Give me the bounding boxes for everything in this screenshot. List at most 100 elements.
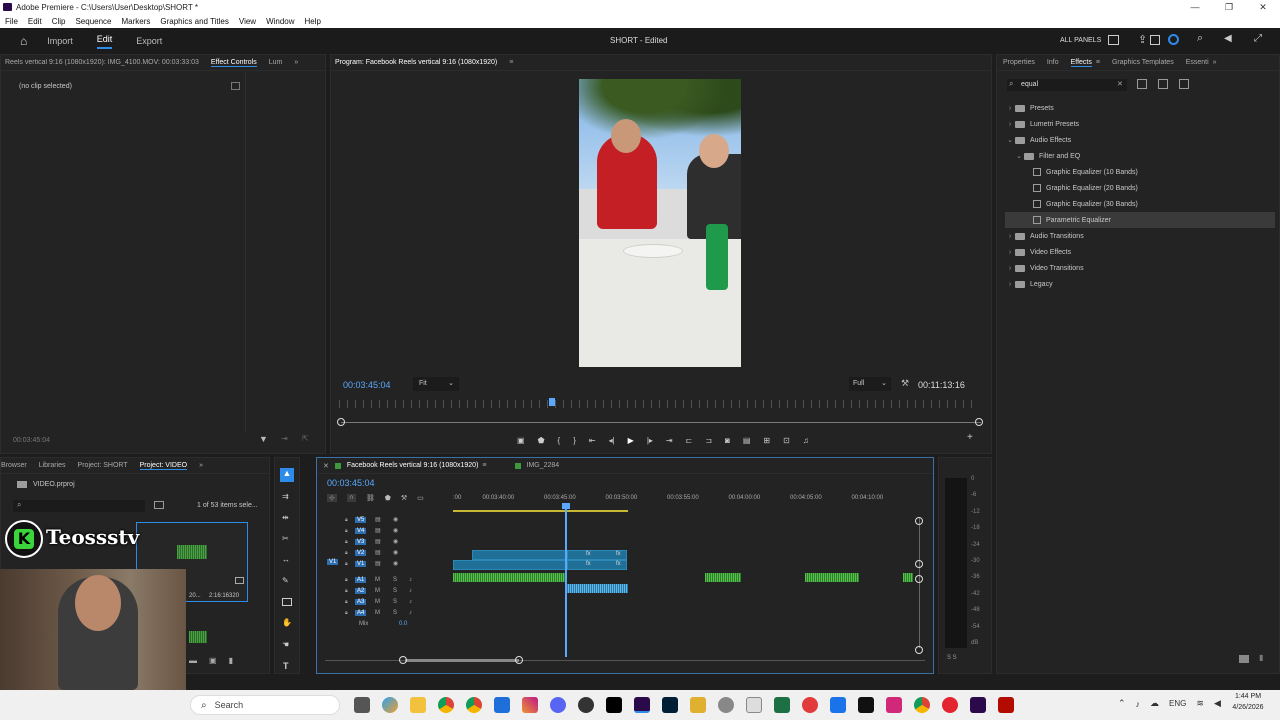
- razor-tool-icon[interactable]: ✂: [282, 534, 289, 543]
- program-timecode[interactable]: 00:03:45:04: [343, 380, 391, 390]
- scroll-knob-mid[interactable]: [915, 560, 923, 568]
- horizontal-zoom-range[interactable]: [405, 659, 519, 662]
- panel-overflow-icon[interactable]: »: [294, 59, 298, 66]
- video-track-header[interactable]: 🔒︎ V5 ▤ ◉: [327, 514, 451, 525]
- accelerated-effects-icon[interactable]: [1137, 79, 1147, 89]
- chrome-icon-2[interactable]: [466, 697, 482, 713]
- eye-icon[interactable]: ◉: [393, 516, 398, 523]
- effects-tree-item[interactable]: › Audio Transitions: [1005, 228, 1275, 244]
- effects-tree-item[interactable]: › Lumetri Presets: [1005, 116, 1275, 132]
- chevron-right-icon[interactable]: ›: [1005, 249, 1015, 256]
- track-label[interactable]: A4: [355, 609, 367, 616]
- lock-icon[interactable]: 🔒︎: [345, 550, 348, 556]
- chevron-right-icon[interactable]: ›: [1005, 105, 1015, 112]
- acrobat-icon[interactable]: [998, 697, 1014, 713]
- opera-icon[interactable]: [942, 697, 958, 713]
- playhead-handle[interactable]: [562, 503, 570, 509]
- quick-export-icon[interactable]: [1150, 35, 1160, 45]
- excel-icon[interactable]: [774, 697, 790, 713]
- track-label[interactable]: A2: [355, 587, 367, 594]
- meter-solo-buttons[interactable]: S S: [947, 655, 957, 661]
- new-item-icon[interactable]: ▣: [209, 656, 217, 665]
- video-track-header[interactable]: V1 🔒︎ V1 ▤ ◉: [327, 558, 451, 569]
- photoshop-icon[interactable]: [662, 697, 678, 713]
- mix-value[interactable]: 0.0: [399, 621, 407, 627]
- settings-icon[interactable]: [718, 697, 734, 713]
- edit-tab[interactable]: Edit: [96, 34, 113, 49]
- captions-icon[interactable]: ▭: [417, 494, 424, 502]
- cloud-icon[interactable]: ☁: [1150, 698, 1159, 709]
- tab-graphics-templates[interactable]: Graphics Templates: [1112, 59, 1174, 66]
- menu-markers[interactable]: Markers: [117, 17, 156, 26]
- chevron-right-icon[interactable]: ›: [1005, 233, 1015, 240]
- zoom-handle-left[interactable]: [337, 418, 345, 426]
- lock-icon[interactable]: 🔒︎: [345, 561, 348, 567]
- track-label[interactable]: V3: [355, 538, 367, 545]
- timeline-settings-icon[interactable]: ⚒: [401, 494, 407, 502]
- track-select-tool-icon[interactable]: ⇉: [282, 492, 289, 501]
- microphone-icon[interactable]: ♪: [1136, 699, 1141, 709]
- chevron-right-icon[interactable]: ›: [1005, 121, 1015, 128]
- tab-sequence[interactable]: Facebook Reels vertical 9:16 (1080x1920): [347, 462, 479, 469]
- microphone-icon[interactable]: ♪: [409, 577, 412, 583]
- file-explorer-icon[interactable]: [410, 697, 426, 713]
- new-search-bin-icon[interactable]: [154, 501, 164, 509]
- zoom-handle-right[interactable]: [515, 656, 523, 664]
- close-button[interactable]: ✕: [1246, 0, 1280, 14]
- 32bit-effects-icon[interactable]: [1158, 79, 1168, 89]
- mute-icon[interactable]: M: [375, 610, 380, 616]
- notifications-icon[interactable]: ◀: [1224, 33, 1232, 44]
- microphone-icon[interactable]: ♪: [409, 588, 412, 594]
- scroll-knob-bottom[interactable]: [915, 646, 923, 654]
- slip-tool-icon[interactable]: ↔: [282, 555, 290, 564]
- new-bin-icon[interactable]: ▬: [189, 656, 197, 665]
- video-preview[interactable]: [579, 79, 741, 367]
- tab-img-2284[interactable]: IMG_2284: [527, 462, 560, 469]
- video-track-header[interactable]: 🔒︎ V2 ▤ ◉: [327, 547, 451, 558]
- volume-icon[interactable]: ◀: [1214, 698, 1221, 709]
- zoom-select[interactable]: Fit ⌄: [413, 377, 459, 391]
- type-tool-icon[interactable]: T: [283, 661, 289, 671]
- play-icon[interactable]: ▶: [628, 436, 634, 445]
- taskbar-search[interactable]: ⌕ Search: [190, 695, 340, 715]
- tiktok-icon[interactable]: [858, 697, 874, 713]
- comparison-view-icon[interactable]: ▣: [517, 436, 525, 445]
- insert-sequence-icon[interactable]: ⊹: [327, 494, 337, 502]
- vertical-scroll-bar[interactable]: [919, 518, 920, 648]
- zoom-handle-left[interactable]: [399, 656, 407, 664]
- filter-icon[interactable]: ▼: [259, 434, 268, 444]
- solo-icon[interactable]: S: [393, 577, 397, 583]
- chevron-down-icon[interactable]: ⌄: [1014, 152, 1024, 160]
- selection-tool-icon[interactable]: ▲: [280, 468, 294, 482]
- hand-tool-icon-2[interactable]: ☚: [282, 640, 289, 649]
- audio-track-header[interactable]: 🔒︎ A3 M S ♪: [327, 596, 451, 607]
- sync-lock-icon[interactable]: ▤: [375, 538, 381, 545]
- premiere-icon[interactable]: [634, 697, 650, 713]
- sync-lock-icon[interactable]: ▤: [375, 560, 381, 567]
- quality-select[interactable]: Full ⌄: [849, 377, 891, 391]
- reaper-icon[interactable]: [690, 697, 706, 713]
- yuv-effects-icon[interactable]: [1179, 79, 1189, 89]
- maximize-button[interactable]: ❐: [1212, 0, 1246, 14]
- task-view-icon[interactable]: [354, 697, 370, 713]
- sync-lock-icon[interactable]: ▤: [375, 516, 381, 523]
- tab-libraries[interactable]: Libraries: [39, 462, 66, 469]
- solo-icon[interactable]: S: [393, 588, 397, 594]
- copilot-icon[interactable]: [382, 697, 398, 713]
- wifi-icon[interactable]: ≋: [1196, 698, 1204, 709]
- program-ruler[interactable]: [339, 400, 979, 408]
- video-clip-v2-a[interactable]: [472, 550, 567, 560]
- lock-icon[interactable]: 🔒︎: [345, 528, 348, 534]
- tab-lumetri[interactable]: Lum: [269, 59, 283, 66]
- extract-icon[interactable]: ⊐: [705, 436, 712, 445]
- eye-icon[interactable]: ◉: [393, 527, 398, 534]
- video-track-header[interactable]: 🔒︎ V3 ▤ ◉: [327, 536, 451, 547]
- clock[interactable]: 1:44 PM 4/26/2026: [1228, 693, 1268, 711]
- program-playhead[interactable]: [549, 398, 555, 406]
- panel-overflow-icon[interactable]: »: [1213, 59, 1217, 66]
- settings-wrench-icon[interactable]: ⚒: [901, 378, 909, 389]
- eye-icon[interactable]: ◉: [393, 560, 398, 567]
- go-to-out-icon[interactable]: ⇥: [666, 436, 673, 445]
- audio-clip-a1-d[interactable]: [903, 573, 913, 582]
- ripple-edit-tool-icon[interactable]: ⇹: [282, 513, 289, 522]
